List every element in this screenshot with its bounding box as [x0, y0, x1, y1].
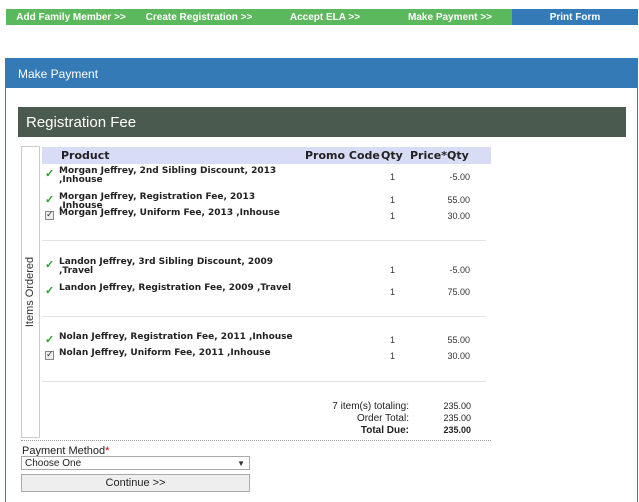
- row-qty: 1: [390, 287, 396, 297]
- row-qty: 1: [390, 172, 396, 182]
- row-qty: 1: [390, 211, 396, 221]
- total-due-value: 235.00: [443, 425, 471, 435]
- table-row: ✓ Nolan Jeffrey, Registration Fee, 2011 …: [42, 333, 491, 346]
- row-price: 55.00: [447, 195, 470, 205]
- group-divider: [42, 381, 486, 382]
- table-row: ✓ Landon Jeffrey, Registration Fee, 2009…: [42, 283, 491, 298]
- product-name: Nolan Jeffrey, Registration Fee, 2011 ,I…: [59, 332, 293, 342]
- order-totals: 7 item(s) totaling: 235.00 Order Total: …: [42, 400, 491, 436]
- product-name: Landon Jeffrey, 3rd Sibling Discount, 20…: [59, 257, 273, 276]
- check-icon: ✓: [45, 334, 55, 346]
- row-price: 55.00: [447, 335, 470, 345]
- header-qty: Qty: [381, 149, 403, 162]
- step-print-form[interactable]: Print Form: [512, 9, 638, 25]
- row-qty: 1: [390, 195, 396, 205]
- header-price-qty: Price*Qty: [410, 149, 469, 162]
- step-make-payment[interactable]: Make Payment >>: [388, 9, 512, 25]
- table-row: ✓ Morgan Jeffrey, 2nd Sibling Discount, …: [42, 167, 491, 185]
- checkbox-icon[interactable]: [45, 349, 54, 360]
- items-total-value: 235.00: [443, 401, 471, 411]
- header-product: Product: [61, 149, 110, 162]
- row-qty: 1: [390, 351, 396, 361]
- checkbox-icon[interactable]: [45, 209, 54, 220]
- payment-method-selected: Choose One: [25, 457, 82, 469]
- continue-button[interactable]: Continue >>: [21, 474, 250, 492]
- items-total-label: 7 item(s) totaling:: [332, 400, 409, 412]
- step-create-registration[interactable]: Create Registration >>: [136, 9, 262, 25]
- row-price: 30.00: [447, 351, 470, 361]
- group-divider: [42, 240, 486, 241]
- step-accept-ela[interactable]: Accept ELA >>: [262, 9, 388, 25]
- panel-title: Make Payment: [6, 59, 637, 88]
- items-ordered-label: Items Ordered: [24, 256, 37, 328]
- table-header: Product Promo Code Qty Price*Qty: [42, 147, 491, 164]
- chevron-down-icon: ▼: [237, 458, 245, 468]
- group-divider: [42, 316, 486, 317]
- check-icon: ✓: [45, 168, 55, 180]
- table-row: ✓ Landon Jeffrey, 3rd Sibling Discount, …: [42, 258, 491, 276]
- table-row: Nolan Jeffrey, Uniform Fee, 2011 ,Inhous…: [42, 349, 491, 363]
- product-name: Morgan Jeffrey, 2nd Sibling Discount, 20…: [59, 166, 277, 185]
- row-price: 30.00: [447, 211, 470, 221]
- section-title: Registration Fee: [18, 107, 626, 137]
- header-promo-code: Promo Code: [305, 149, 380, 162]
- table-row: Morgan Jeffrey, Uniform Fee, 2013 ,Inhou…: [42, 209, 491, 223]
- check-icon: ✓: [45, 194, 55, 206]
- order-total-value: 235.00: [443, 413, 471, 423]
- product-name: Nolan Jeffrey, Uniform Fee, 2011 ,Inhous…: [59, 348, 271, 358]
- totals-divider: [21, 440, 491, 441]
- order-total-label: Order Total:: [356, 412, 409, 424]
- items-table: Product Promo Code Qty Price*Qty ✓ Morga…: [42, 147, 491, 382]
- row-price: 75.00: [447, 287, 470, 297]
- row-qty: 1: [390, 265, 396, 275]
- payment-method-select[interactable]: Choose One ▼: [21, 456, 250, 470]
- total-due-label: Total Due:: [360, 424, 409, 436]
- row-price: -5.00: [449, 172, 470, 182]
- progress-steps: Add Family Member >> Create Registration…: [6, 9, 638, 25]
- check-icon: ✓: [45, 259, 55, 271]
- items-ordered-legend: Items Ordered: [21, 146, 40, 438]
- step-add-family-member[interactable]: Add Family Member >>: [6, 9, 136, 25]
- row-qty: 1: [390, 335, 396, 345]
- check-icon: ✓: [45, 285, 55, 297]
- row-price: -5.00: [449, 265, 470, 275]
- product-name: Morgan Jeffrey, Uniform Fee, 2013 ,Inhou…: [59, 208, 280, 218]
- product-name: Landon Jeffrey, Registration Fee, 2009 ,…: [59, 283, 292, 293]
